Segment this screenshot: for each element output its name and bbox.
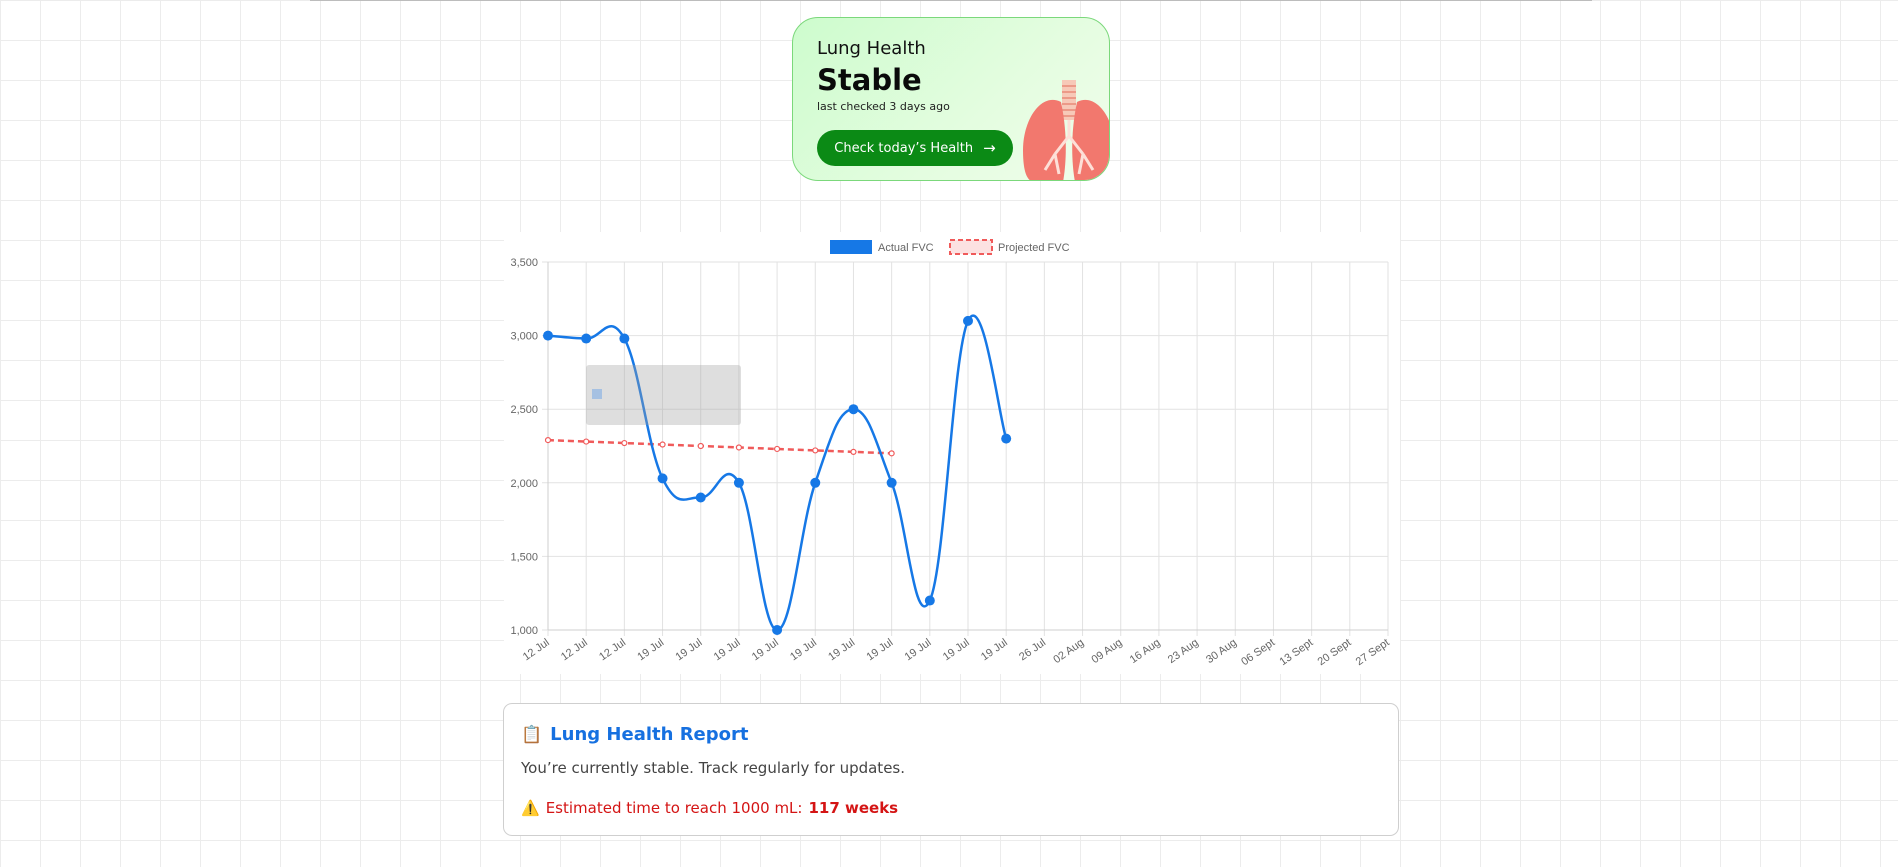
fvc-line-chart: 1,000 1,500 2,000 2,500 3,000 3,500 12 Jul 12 J… xyxy=(510,239,1392,669)
health-status: Stable xyxy=(817,63,922,97)
actual-fvc-point xyxy=(924,595,935,606)
projected-fvc-point xyxy=(812,447,819,454)
x-tick-label: 23 Aug xyxy=(1166,637,1201,666)
report-description: You’re currently stable. Track regularly… xyxy=(521,759,906,777)
time-estimate-value: 117 weeks xyxy=(808,799,899,817)
lungs-icon xyxy=(1023,80,1109,180)
legend-swatch-projected xyxy=(949,239,993,255)
card-title: Lung Health xyxy=(817,38,926,59)
y-tick-label: 3,000 xyxy=(510,331,538,343)
actual-fvc-point xyxy=(886,477,897,488)
tooltip-box xyxy=(586,365,741,425)
actual-fvc-point xyxy=(695,492,706,503)
projected-fvc-line xyxy=(547,438,892,455)
actual-fvc-point xyxy=(848,404,859,415)
x-tick-label: 19 Jul xyxy=(788,637,819,664)
x-tick-label: 27 Sept xyxy=(1354,637,1392,669)
y-tick-label: 1,000 xyxy=(510,625,538,637)
arrow-right-icon: → xyxy=(983,139,996,157)
projected-fvc-point xyxy=(850,448,857,455)
time-estimate-label: Estimated time to reach 1000 mL: xyxy=(545,799,803,817)
actual-fvc-point xyxy=(581,333,592,344)
actual-fvc-point xyxy=(619,333,630,344)
x-tick-label: 19 Jul xyxy=(712,637,743,664)
projected-fvc-point xyxy=(544,437,552,444)
projected-fvc-point xyxy=(659,441,666,448)
y-tick-label: 2,000 xyxy=(510,478,538,490)
projected-fvc-point xyxy=(735,444,743,451)
x-tick-label: 12 Jul xyxy=(521,637,552,664)
legend-label-actual: Actual FVC xyxy=(878,242,934,254)
x-tick-label: 19 Jul xyxy=(826,637,857,664)
actual-fvc-point xyxy=(1001,433,1012,444)
x-tick-label: 02 Aug xyxy=(1051,637,1086,666)
x-tick-label: 19 Jul xyxy=(903,637,934,664)
x-tick-label: 12 Jul xyxy=(559,637,590,664)
lung-health-report: 📋 Lung Health Report You’re currently st… xyxy=(503,703,1399,836)
projected-fvc-point xyxy=(773,445,781,453)
projected-fvc-point xyxy=(888,450,895,457)
x-tick-label: 09 Aug xyxy=(1089,637,1124,666)
x-tick-label: 12 Jul xyxy=(597,637,628,664)
x-tick-label: 19 Jul xyxy=(979,637,1010,664)
x-tick-label: 19 Jul xyxy=(674,637,705,664)
projected-fvc-point xyxy=(697,442,704,450)
fvc-chart: 1,000 1,500 2,000 2,500 3,000 3,500 12 Jul 12 J… xyxy=(504,232,1400,674)
time-estimate: ⚠️ Estimated time to reach 1000 mL: 117 … xyxy=(521,799,898,817)
x-tick-label: 26 Jul xyxy=(1017,637,1048,664)
clipboard-icon: 📋 xyxy=(521,724,543,745)
legend-swatch-actual xyxy=(830,240,872,254)
check-health-button[interactable]: Check today’s Health → xyxy=(817,130,1013,166)
x-tick-label: 30 Aug xyxy=(1204,637,1239,666)
actual-fvc-point xyxy=(772,625,783,635)
tooltip-swatch xyxy=(592,389,602,399)
warning-icon: ⚠️ xyxy=(521,799,540,817)
y-tick-label: 3,500 xyxy=(510,257,538,269)
lung-health-card: Lung Health Stable last checked 3 days a… xyxy=(792,17,1110,181)
last-checked-text: last checked 3 days ago xyxy=(817,100,950,113)
x-tick-label: 19 Jul xyxy=(635,637,666,664)
actual-fvc-point xyxy=(963,315,973,326)
actual-fvc-point xyxy=(810,477,821,488)
projected-fvc-point xyxy=(583,438,590,445)
report-title-text: Lung Health Report xyxy=(550,724,749,745)
top-divider xyxy=(310,0,1592,1)
x-tick-label: 13 Sept xyxy=(1277,637,1315,669)
check-health-label: Check today’s Health xyxy=(834,140,974,156)
x-tick-label: 20 Sept xyxy=(1316,637,1354,669)
actual-fvc-point xyxy=(543,330,553,341)
x-tick-label: 19 Jul xyxy=(750,637,781,664)
y-tick-label: 2,500 xyxy=(510,404,538,416)
x-tick-label: 19 Jul xyxy=(941,637,972,664)
x-tick-label: 19 Jul xyxy=(864,637,895,664)
y-tick-label: 1,500 xyxy=(510,551,538,563)
x-tick-label: 16 Aug xyxy=(1128,637,1163,666)
report-title: 📋 Lung Health Report xyxy=(521,724,749,745)
legend-label-projected: Projected FVC xyxy=(998,242,1070,254)
actual-fvc-point xyxy=(657,473,668,484)
actual-fvc-point xyxy=(733,477,744,488)
x-tick-label: 06 Sept xyxy=(1239,637,1277,669)
projected-fvc-point xyxy=(621,439,628,447)
